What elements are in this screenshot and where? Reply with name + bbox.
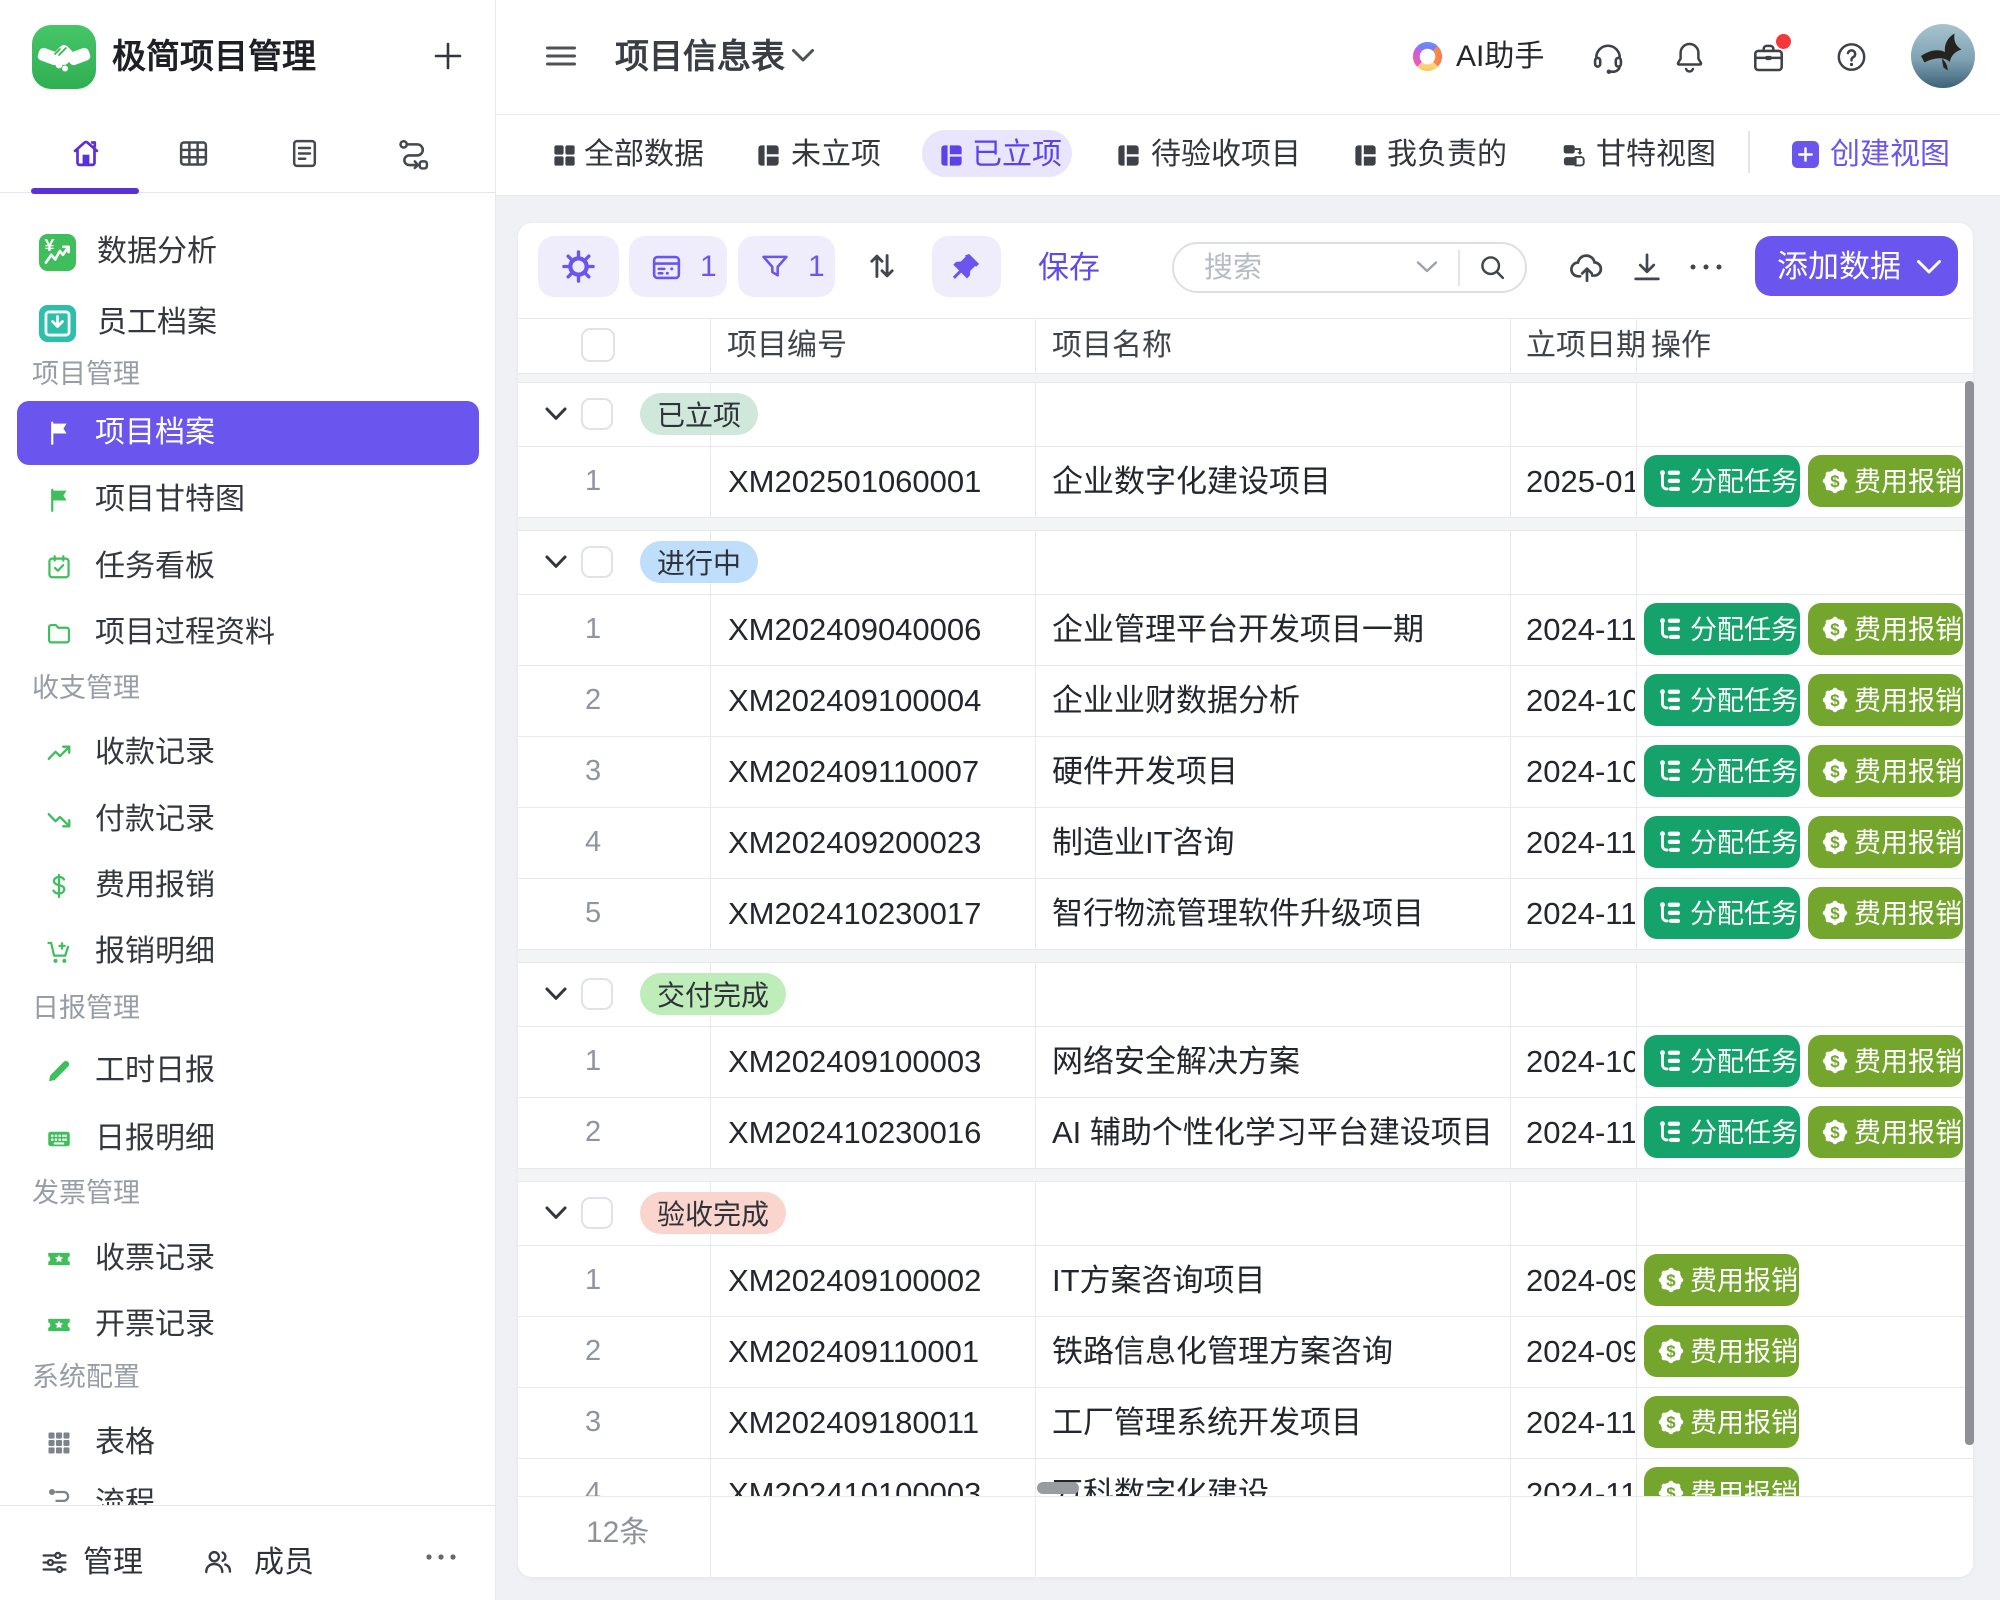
svg-text:$: $ [1830, 691, 1840, 710]
svg-text:¥: ¥ [45, 235, 55, 255]
svg-text:$: $ [1830, 1123, 1840, 1142]
svg-text:$: $ [1830, 904, 1840, 923]
svg-text:$: $ [1830, 620, 1840, 639]
svg-text:$: $ [1666, 1413, 1676, 1432]
svg-text:$: $ [1830, 472, 1840, 491]
svg-text:$: $ [1666, 1484, 1676, 1496]
svg-text:$: $ [1830, 833, 1840, 852]
svg-text:$: $ [1666, 1271, 1676, 1290]
svg-text:$: $ [1666, 1342, 1676, 1361]
svg-text:$: $ [1830, 762, 1840, 781]
svg-text:$: $ [1830, 1052, 1840, 1071]
